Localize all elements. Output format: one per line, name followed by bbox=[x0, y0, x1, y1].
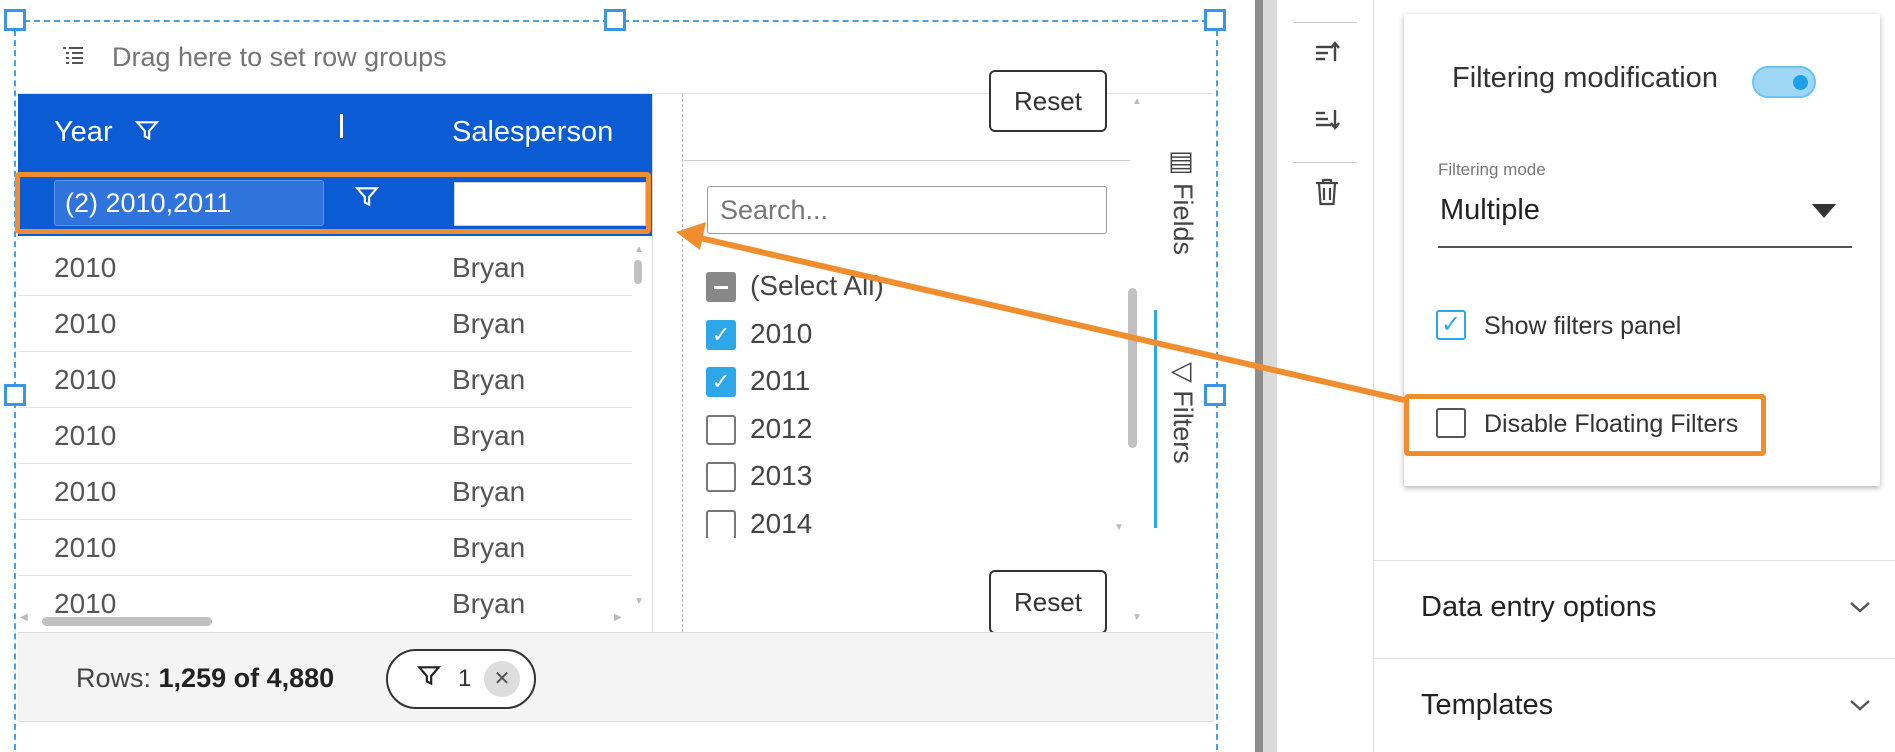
annotation-arrow bbox=[676, 222, 1405, 403]
